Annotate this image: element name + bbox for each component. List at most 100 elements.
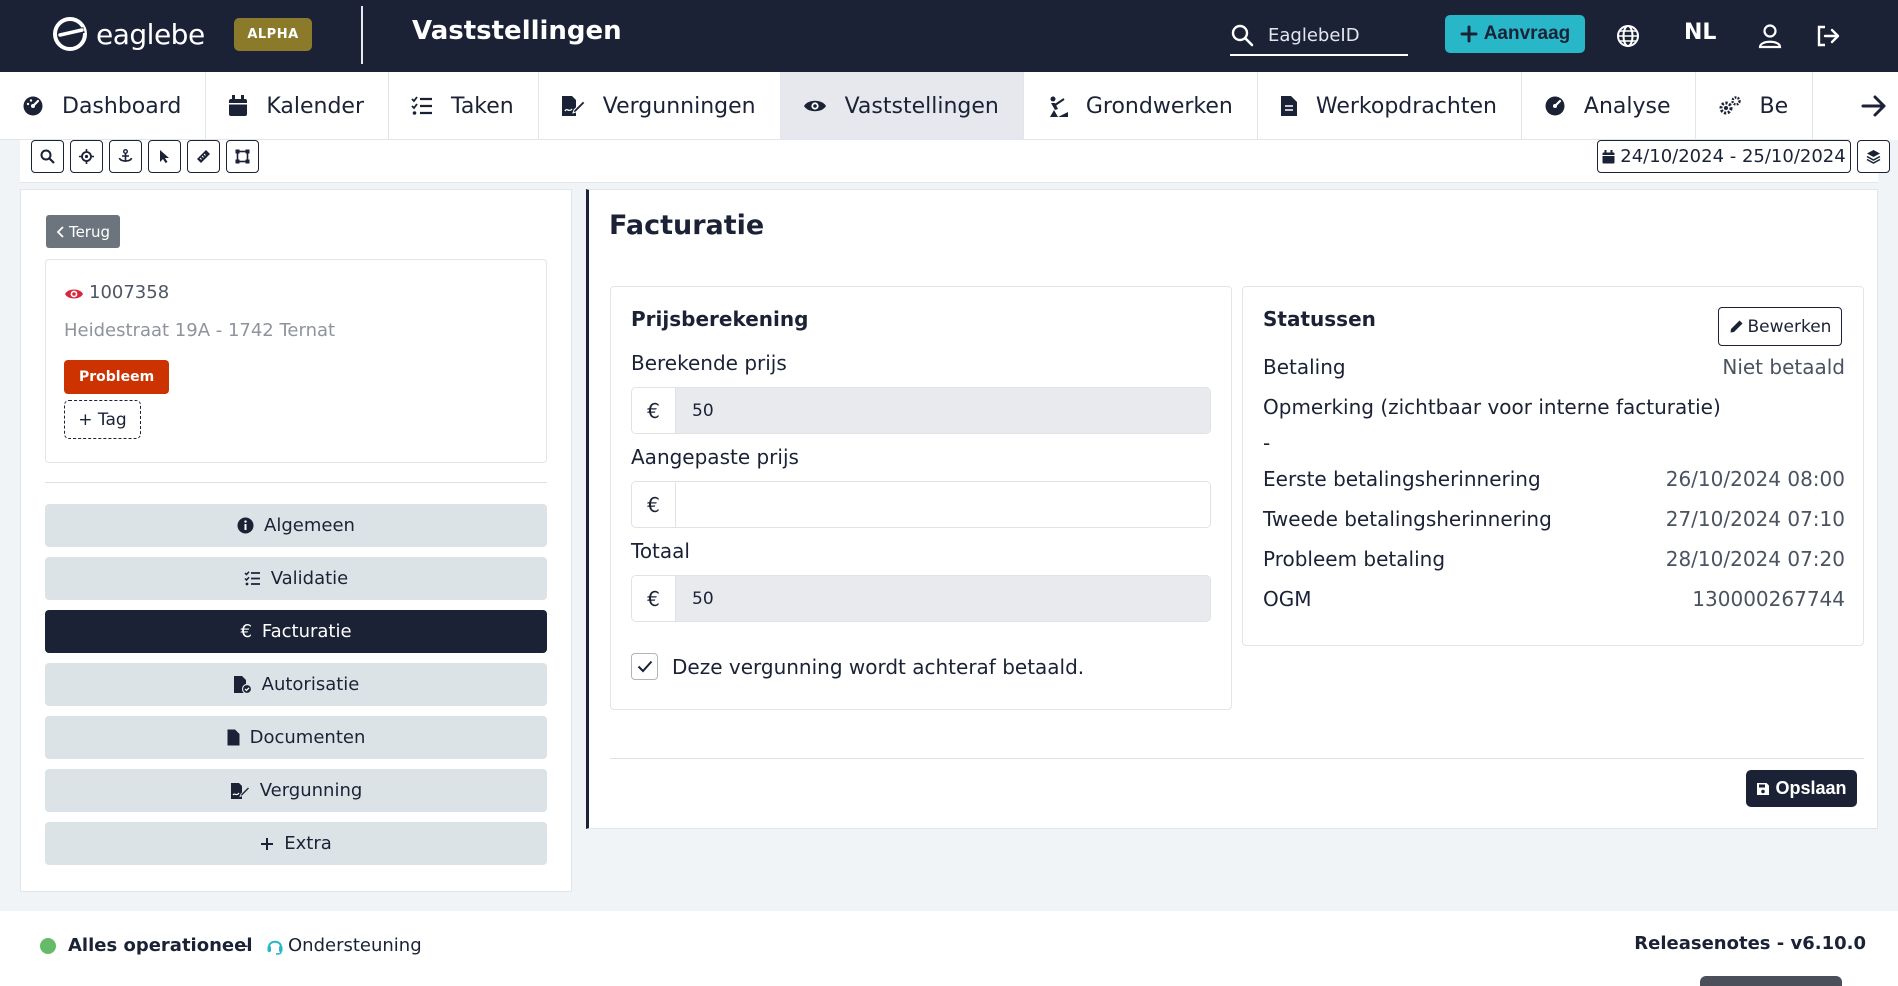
facturatie-panel: Facturatie Prijsberekening Berekende pri…	[586, 189, 1878, 829]
top-divider	[361, 6, 363, 64]
info-circle-icon	[237, 517, 254, 534]
map-toolbar: 24/10/2024 - 25/10/2024	[20, 140, 1890, 183]
nav-tab-werkopdrachten[interactable]: Werkopdrachten	[1258, 72, 1522, 139]
new-request-button[interactable]: Aanvraag	[1445, 15, 1585, 53]
nav-tab-analyse[interactable]: Analyse	[1522, 72, 1696, 139]
euro-icon: €	[240, 621, 252, 642]
floating-widget[interactable]	[1700, 976, 1842, 986]
pricing-heading: Prijsberekening	[631, 307, 809, 331]
nav-tab-beheer[interactable]: Be	[1696, 72, 1814, 139]
footer-separator: -	[242, 935, 249, 956]
record-sidebar: Terug 1007358 Heidestraat 19A - 1742 Ter…	[20, 189, 572, 892]
top-bar: eaglebe ALPHA Vaststellingen Aanvraag NL	[0, 0, 1898, 72]
add-tag-button[interactable]: + Tag	[64, 400, 141, 439]
first-reminder-label: Eerste betalingsherinnering	[1263, 467, 1541, 491]
second-reminder-value: 27/10/2024 07:10	[1665, 507, 1845, 531]
calculated-price-field: €	[631, 387, 1211, 434]
euro-icon: €	[632, 388, 676, 433]
save-label: Opslaan	[1775, 778, 1847, 798]
payment-row: Betaling Niet betaald	[1263, 355, 1845, 379]
postpaid-row: Deze vergunning wordt achteraf betaald.	[631, 653, 1084, 680]
pricing-card: Prijsberekening Berekende prijs € Aangep…	[610, 286, 1232, 710]
nav-tab-vaststellingen[interactable]: Vaststellingen	[780, 72, 1024, 139]
release-notes-link[interactable]: Releasenotes - v6.10.0	[1634, 933, 1866, 954]
sidebar-item-algemeen[interactable]: Algemeen	[45, 504, 547, 547]
record-id-row: 1007358	[64, 282, 169, 303]
locate-icon[interactable]	[70, 140, 103, 173]
anchor-icon[interactable]	[109, 140, 142, 173]
adjusted-price-input[interactable]	[676, 482, 1210, 527]
remark-value-row: -	[1263, 431, 1845, 455]
zoom-search-icon[interactable]	[31, 140, 64, 173]
nav-tab-grondwerken[interactable]: Grondwerken	[1024, 72, 1258, 139]
problem-payment-row: Probleem betaling 28/10/2024 07:20	[1263, 547, 1845, 571]
second-reminder-row: Tweede betalingsherinnering 27/10/2024 0…	[1263, 507, 1845, 531]
sidebar-item-facturatie[interactable]: € Facturatie	[45, 610, 547, 653]
sidebar-item-extra[interactable]: Extra	[45, 822, 547, 865]
panel-divider	[610, 758, 1864, 759]
ogm-value: 130000267744	[1692, 587, 1845, 611]
sidebar-item-validatie[interactable]: Validatie	[45, 557, 547, 600]
eye-icon	[65, 289, 83, 298]
nav-tab-vergunningen[interactable]: Vergunningen	[539, 72, 781, 139]
nav-tab-taken[interactable]: Taken	[389, 72, 539, 139]
app-logo[interactable]: eaglebe	[52, 16, 205, 52]
support-label: Ondersteuning	[288, 935, 422, 956]
sidebar-item-vergunning[interactable]: Vergunning	[45, 769, 547, 812]
search-box	[1230, 16, 1408, 56]
statuses-heading: Statussen	[1263, 307, 1376, 331]
search-input[interactable]	[1268, 24, 1398, 46]
system-status[interactable]: Alles operationeel	[68, 935, 252, 956]
list-check-icon	[244, 571, 260, 586]
save-button[interactable]: Opslaan	[1746, 770, 1857, 807]
nav-tab-dashboard[interactable]: Dashboard	[0, 72, 207, 139]
checkmark-icon	[637, 660, 652, 673]
total-label: Totaal	[631, 539, 690, 563]
user-icon[interactable]	[1754, 20, 1786, 52]
gauge-icon	[23, 96, 43, 116]
nav-tab-label: Be	[1759, 93, 1789, 119]
statuses-card: Statussen Bewerken Betaling Niet betaald…	[1242, 286, 1864, 646]
file-icon	[1280, 96, 1297, 116]
problem-payment-value: 28/10/2024 07:20	[1665, 547, 1845, 571]
search-icon[interactable]	[1230, 23, 1254, 47]
ruler-icon[interactable]	[187, 140, 220, 173]
sidebar-item-label: Documenten	[249, 727, 366, 748]
globe-icon[interactable]	[1612, 20, 1644, 52]
nav-tab-label: Vaststellingen	[844, 93, 999, 119]
logout-icon[interactable]	[1812, 20, 1844, 52]
alpha-badge: ALPHA	[234, 18, 312, 51]
layers-icon[interactable]	[1857, 140, 1890, 173]
sidebar-item-documenten[interactable]: Documenten	[45, 716, 547, 759]
nav-scroll-right-icon[interactable]	[1850, 72, 1898, 140]
edit-statuses-button[interactable]: Bewerken	[1718, 307, 1842, 346]
total-input	[676, 576, 1210, 621]
sidebar-item-label: Vergunning	[259, 780, 363, 801]
remark-row: Opmerking (zichtbaar voor interne factur…	[1263, 395, 1845, 419]
list-check-icon	[411, 96, 433, 115]
edit-label: Bewerken	[1747, 316, 1832, 337]
first-reminder-row: Eerste betalingsherinnering 26/10/2024 0…	[1263, 467, 1845, 491]
file-icon	[227, 729, 240, 746]
headset-icon	[267, 940, 283, 955]
remark-value: -	[1263, 431, 1271, 455]
pointer-icon[interactable]	[148, 140, 181, 173]
nav-tab-kalender[interactable]: Kalender	[206, 72, 390, 139]
postpaid-checkbox[interactable]	[631, 653, 658, 680]
save-icon	[1757, 782, 1770, 795]
record-address: Heidestraat 19A - 1742 Ternat	[64, 320, 336, 341]
support-link[interactable]: Ondersteuning	[266, 935, 422, 956]
sidebar-item-label: Facturatie	[261, 621, 352, 642]
adjusted-price-label: Aangepaste prijs	[631, 445, 799, 469]
language-selector[interactable]: NL	[1684, 20, 1716, 45]
back-button[interactable]: Terug	[46, 215, 120, 248]
draw-polygon-icon[interactable]	[226, 140, 259, 173]
section-title: Facturatie	[609, 210, 765, 241]
date-range-picker[interactable]: 24/10/2024 - 25/10/2024	[1597, 140, 1851, 173]
gauge-icon	[1545, 96, 1565, 116]
sidebar-item-label: Extra	[284, 833, 332, 854]
sidebar-item-autorisatie[interactable]: Autorisatie	[45, 663, 547, 706]
record-card: 1007358 Heidestraat 19A - 1742 Ternat Pr…	[45, 259, 547, 463]
sidebar-item-label: Autorisatie	[261, 674, 360, 695]
euro-icon: €	[632, 576, 676, 621]
